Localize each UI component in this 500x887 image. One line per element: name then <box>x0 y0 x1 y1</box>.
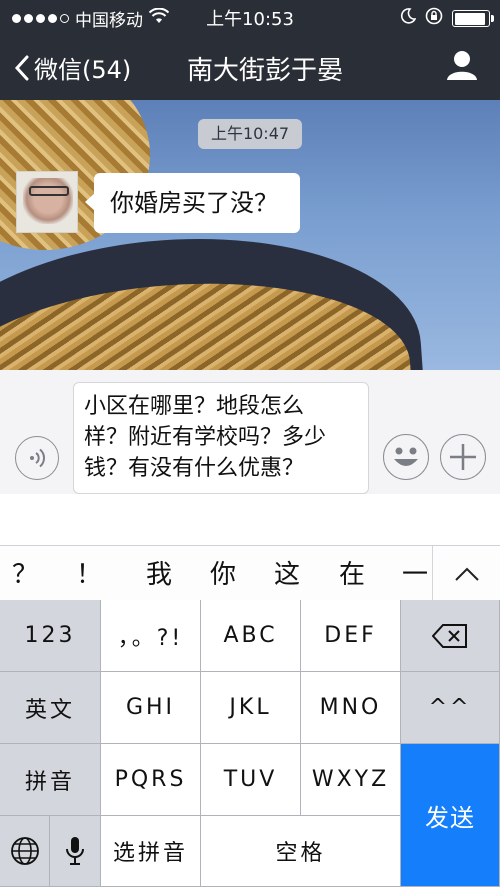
profile-icon <box>447 51 477 80</box>
send-key[interactable]: 发送 <box>401 744 500 887</box>
key-punctuation[interactable]: ，。?! <box>101 600 201 672</box>
key-123[interactable]: 123 <box>0 600 101 672</box>
backspace-key[interactable] <box>401 600 500 672</box>
key-tuv[interactable]: TUV <box>201 744 301 816</box>
candidate-bar: ？ ！ 我 你 这 在 一 <box>0 545 500 601</box>
microphone-key[interactable] <box>50 816 101 887</box>
space-key[interactable]: 空格 <box>201 816 401 887</box>
chevron-up-icon <box>454 567 479 581</box>
moon-icon <box>400 8 417 29</box>
status-bar: 中国移动 上午10:53 <box>0 0 500 34</box>
candidate-item[interactable]: 在 <box>327 554 377 591</box>
battery-icon <box>452 10 494 27</box>
candidate-item[interactable]: ？ <box>0 554 50 591</box>
message-bubble-incoming[interactable]: 你婚房买了没？ <box>85 173 300 233</box>
input-line-3: 钱？有没有什么优惠？ <box>84 456 305 481</box>
key-english[interactable]: 英文 <box>0 672 101 744</box>
emoji-icon <box>394 447 418 466</box>
voice-icon <box>30 448 46 468</box>
nav-bar: 微信(54) 南大街彭于晏 <box>0 34 500 100</box>
voice-button[interactable] <box>15 436 59 480</box>
key-abc[interactable]: ABC <box>201 600 301 672</box>
candidate-item[interactable]: 我 <box>134 554 184 591</box>
candidate-expand-button[interactable] <box>432 546 500 601</box>
top-bar: 中国移动 上午10:53 微信(54) 南大街彭于晏 <box>0 0 500 100</box>
key-wxyz[interactable]: WXYZ <box>301 744 401 816</box>
rotation-lock-icon <box>424 7 444 30</box>
key-select-pinyin[interactable]: 选拼音 <box>101 816 201 887</box>
input-bar: 小区在哪里？地段怎么 样？附近有学校吗？多少 钱？有没有什么优惠？ <box>0 370 500 545</box>
key-pinyin[interactable]: 拼音 <box>0 744 101 816</box>
plus-icon <box>450 444 476 470</box>
microphone-icon <box>66 837 84 865</box>
key-jkl[interactable]: JKL <box>201 672 301 744</box>
profile-button[interactable] <box>446 49 478 85</box>
plus-button[interactable] <box>440 434 486 480</box>
key-pqrs[interactable]: PQRS <box>101 744 201 816</box>
globe-icon <box>10 837 39 865</box>
candidate-item[interactable]: ！ <box>64 554 114 591</box>
emoji-button[interactable] <box>383 434 429 480</box>
message-timestamp: 上午10:47 <box>198 119 302 149</box>
chat-title: 南大街彭于晏 <box>186 56 343 86</box>
input-line-2: 样？附近有学校吗？多少 <box>84 425 327 450</box>
candidate-item[interactable]: 你 <box>198 554 248 591</box>
backspace-icon <box>432 623 467 648</box>
input-line-1: 小区在哪里？地段怎么 <box>84 394 305 419</box>
message-input[interactable]: 小区在哪里？地段怎么 样？附近有学校吗？多少 钱？有没有什么优惠？ <box>73 382 369 494</box>
avatar[interactable] <box>16 171 78 233</box>
globe-key[interactable] <box>0 816 50 887</box>
key-ghi[interactable]: GHI <box>101 672 201 744</box>
candidate-item[interactable]: 这 <box>262 554 312 591</box>
input-spacer <box>0 494 500 545</box>
key-def[interactable]: DEF <box>301 600 401 672</box>
key-mno[interactable]: MNO <box>301 672 401 744</box>
status-right <box>400 7 494 30</box>
keyboard: 123 ，。?! ABC DEF 英文 GHI JKL MNO ^^ 拼音 PQ… <box>0 600 500 887</box>
key-emoticon[interactable]: ^^ <box>401 672 500 744</box>
